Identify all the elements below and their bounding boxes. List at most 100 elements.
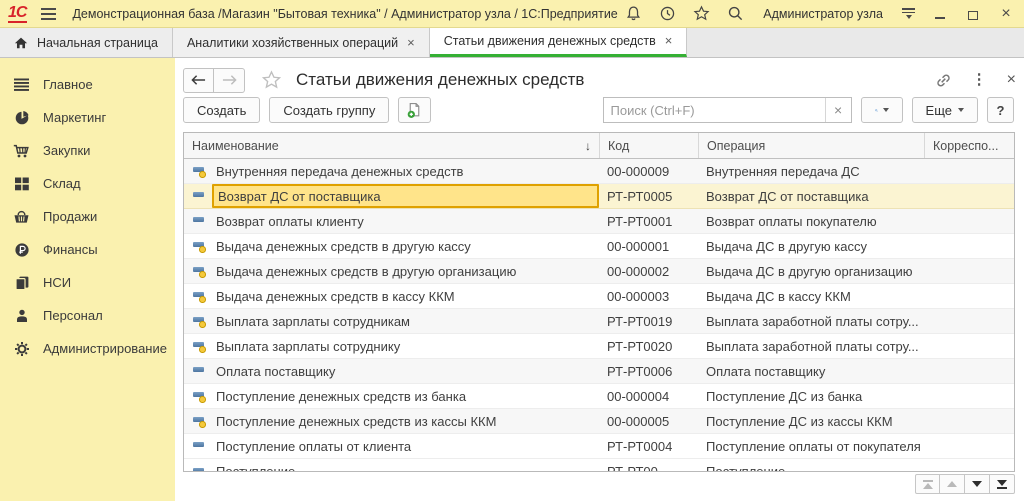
- cell-operation[interactable]: Возврат ДС от поставщика: [698, 184, 924, 208]
- cell-operation[interactable]: Возврат оплаты покупателю: [698, 209, 924, 233]
- tab-cash-flow-items[interactable]: Статьи движения денежных средств ×: [429, 28, 688, 57]
- cell-name[interactable]: Поступление оплаты от клиента: [212, 434, 599, 458]
- create-group-button[interactable]: Создать группу: [269, 97, 390, 123]
- table-row[interactable]: Возврат оплаты клиенту РТ-РТ0001 Возврат о…: [184, 209, 1014, 234]
- cell-operation[interactable]: Выдача ДС в кассу ККМ: [698, 284, 924, 308]
- main-menu-icon[interactable]: [41, 7, 57, 20]
- cell-code[interactable]: РТ-РТ00: [599, 459, 698, 471]
- create-button[interactable]: Создать: [183, 97, 261, 123]
- cell-correspondent[interactable]: [924, 234, 1014, 258]
- current-user-label[interactable]: Администратор узла: [763, 7, 883, 21]
- cell-code[interactable]: 00-000009: [599, 159, 698, 183]
- sidebar-item-finance[interactable]: Финансы: [0, 233, 175, 266]
- sidebar-item-sales[interactable]: Продажи: [0, 200, 175, 233]
- sidebar-item-nsi[interactable]: НСИ: [0, 266, 175, 299]
- sidebar-item-administration[interactable]: Администрирование: [0, 332, 175, 365]
- scroll-to-top-button[interactable]: [915, 474, 940, 494]
- cell-code[interactable]: РТ-РТ0006: [599, 359, 698, 383]
- cell-correspondent[interactable]: [924, 209, 1014, 233]
- cell-code[interactable]: РТ-РТ0004: [599, 434, 698, 458]
- search-button[interactable]: [860, 97, 903, 123]
- cell-code[interactable]: 00-000005: [599, 409, 698, 433]
- table-row[interactable]: Оплата поставщику РТ-РТ0006 Оплата поставщ…: [184, 359, 1014, 384]
- table-row[interactable]: Выплата зарплаты сотрудникам РТ-РТ0019 Вып…: [184, 309, 1014, 334]
- cell-correspondent[interactable]: [924, 409, 1014, 433]
- table-row[interactable]: Возврат ДС от поставщика РТ-РТ0005 Возврат…: [184, 184, 1014, 209]
- tab-home-page[interactable]: Начальная страница: [0, 28, 173, 57]
- scroll-to-end-button[interactable]: [990, 474, 1015, 494]
- scroll-down-button[interactable]: [965, 474, 990, 494]
- cell-correspondent[interactable]: [924, 309, 1014, 333]
- cell-name[interactable]: Оплата поставщику: [212, 359, 599, 383]
- back-button[interactable]: [183, 67, 214, 93]
- cell-operation[interactable]: Выдача ДС в другую кассу: [698, 234, 924, 258]
- cell-name[interactable]: Выдача денежных средств в кассу ККМ: [212, 284, 599, 308]
- table-row[interactable]: Поступление денежных средств из банка 00-…: [184, 384, 1014, 409]
- sidebar-item-personnel[interactable]: Персонал: [0, 299, 175, 332]
- service-settings-menu-icon[interactable]: [902, 7, 915, 20]
- window-close-button[interactable]: ×: [998, 5, 1014, 22]
- more-menu-kebab-icon[interactable]: ⋮: [972, 72, 987, 87]
- cell-operation[interactable]: Поступление оплаты от покупателя: [698, 434, 924, 458]
- sidebar-item-marketing[interactable]: Маркетинг: [0, 101, 175, 134]
- cell-name[interactable]: Поступление денежных средств из кассы КК…: [212, 409, 599, 433]
- cell-correspondent[interactable]: [924, 159, 1014, 183]
- cell-code[interactable]: РТ-РТ0001: [599, 209, 698, 233]
- panel-close-icon[interactable]: ×: [1007, 72, 1016, 88]
- table-row[interactable]: Выплата зарплаты сотруднику РТ-РТ0020 Выпл…: [184, 334, 1014, 359]
- tab-close-icon[interactable]: ×: [665, 34, 673, 47]
- cell-operation[interactable]: Оплата поставщику: [698, 359, 924, 383]
- table-row[interactable]: Выдача денежных средств в кассу ККМ 00-00…: [184, 284, 1014, 309]
- global-search-icon[interactable]: [727, 5, 744, 22]
- notifications-bell-icon[interactable]: [625, 5, 642, 22]
- help-button[interactable]: ?: [987, 97, 1014, 123]
- forward-button[interactable]: [214, 67, 245, 93]
- cell-code[interactable]: 00-000004: [599, 384, 698, 408]
- cell-code[interactable]: РТ-РТ0020: [599, 334, 698, 358]
- cell-name[interactable]: Возврат ДС от поставщика: [212, 184, 599, 208]
- scroll-up-button[interactable]: [940, 474, 965, 494]
- cell-name[interactable]: Выдача денежных средств в другую кассу: [212, 234, 599, 258]
- cell-correspondent[interactable]: [924, 384, 1014, 408]
- cell-operation[interactable]: Внутренняя передача ДС: [698, 159, 924, 183]
- cell-operation[interactable]: Выплата заработной платы сотру...: [698, 334, 924, 358]
- get-link-icon[interactable]: [935, 72, 952, 89]
- cell-name[interactable]: Внутренняя передача денежных средств: [212, 159, 599, 183]
- window-minimize-button[interactable]: [932, 6, 948, 22]
- cell-correspondent[interactable]: [924, 434, 1014, 458]
- search-input[interactable]: [603, 98, 825, 122]
- cell-name[interactable]: Поступление денежных средств из банка: [212, 384, 599, 408]
- table-row[interactable]: Внутренняя передача денежных средств 00-0…: [184, 159, 1014, 184]
- cell-name[interactable]: Выдача денежных средств в другую организ…: [212, 259, 599, 283]
- cell-operation[interactable]: Поступление: [698, 459, 924, 471]
- cell-code[interactable]: РТ-РТ0019: [599, 309, 698, 333]
- table-row-partial[interactable]: Поступление РТ-РТ00 Поступление: [184, 459, 1014, 471]
- table-row[interactable]: Выдача денежных средств в другую кассу 00…: [184, 234, 1014, 259]
- cell-name[interactable]: Поступление: [212, 459, 599, 471]
- tab-analytics-operations[interactable]: Аналитики хозяйственных операций ×: [172, 28, 430, 57]
- create-by-copy-button[interactable]: [398, 97, 432, 123]
- cell-operation[interactable]: Поступление ДС из кассы ККМ: [698, 409, 924, 433]
- search-clear-icon[interactable]: ×: [824, 98, 851, 122]
- cell-name[interactable]: Возврат оплаты клиенту: [212, 209, 599, 233]
- cell-code[interactable]: 00-000001: [599, 234, 698, 258]
- column-header-operation[interactable]: Операция: [698, 133, 924, 158]
- cell-correspondent[interactable]: [924, 359, 1014, 383]
- cell-code[interactable]: 00-000003: [599, 284, 698, 308]
- cell-correspondent[interactable]: [924, 259, 1014, 283]
- sidebar-item-main[interactable]: Главное: [0, 68, 175, 101]
- table-row[interactable]: Поступление денежных средств из кассы КК…: [184, 409, 1014, 434]
- cell-name[interactable]: Выплата зарплаты сотруднику: [212, 334, 599, 358]
- column-header-correspondent[interactable]: Корреспо...: [924, 133, 1014, 158]
- sidebar-item-purchases[interactable]: Закупки: [0, 134, 175, 167]
- table-row[interactable]: Выдача денежных средств в другую организ…: [184, 259, 1014, 284]
- favorites-star-icon[interactable]: [693, 5, 710, 22]
- window-maximize-button[interactable]: [965, 6, 981, 22]
- sidebar-item-warehouse[interactable]: Склад: [0, 167, 175, 200]
- cell-correspondent[interactable]: [924, 284, 1014, 308]
- cell-correspondent[interactable]: [924, 184, 1014, 208]
- cell-operation[interactable]: Поступление ДС из банка: [698, 384, 924, 408]
- cell-correspondent[interactable]: [924, 334, 1014, 358]
- column-header-name[interactable]: Наименование ↓: [184, 133, 599, 158]
- table-row[interactable]: Поступление оплаты от клиента РТ-РТ0004 По…: [184, 434, 1014, 459]
